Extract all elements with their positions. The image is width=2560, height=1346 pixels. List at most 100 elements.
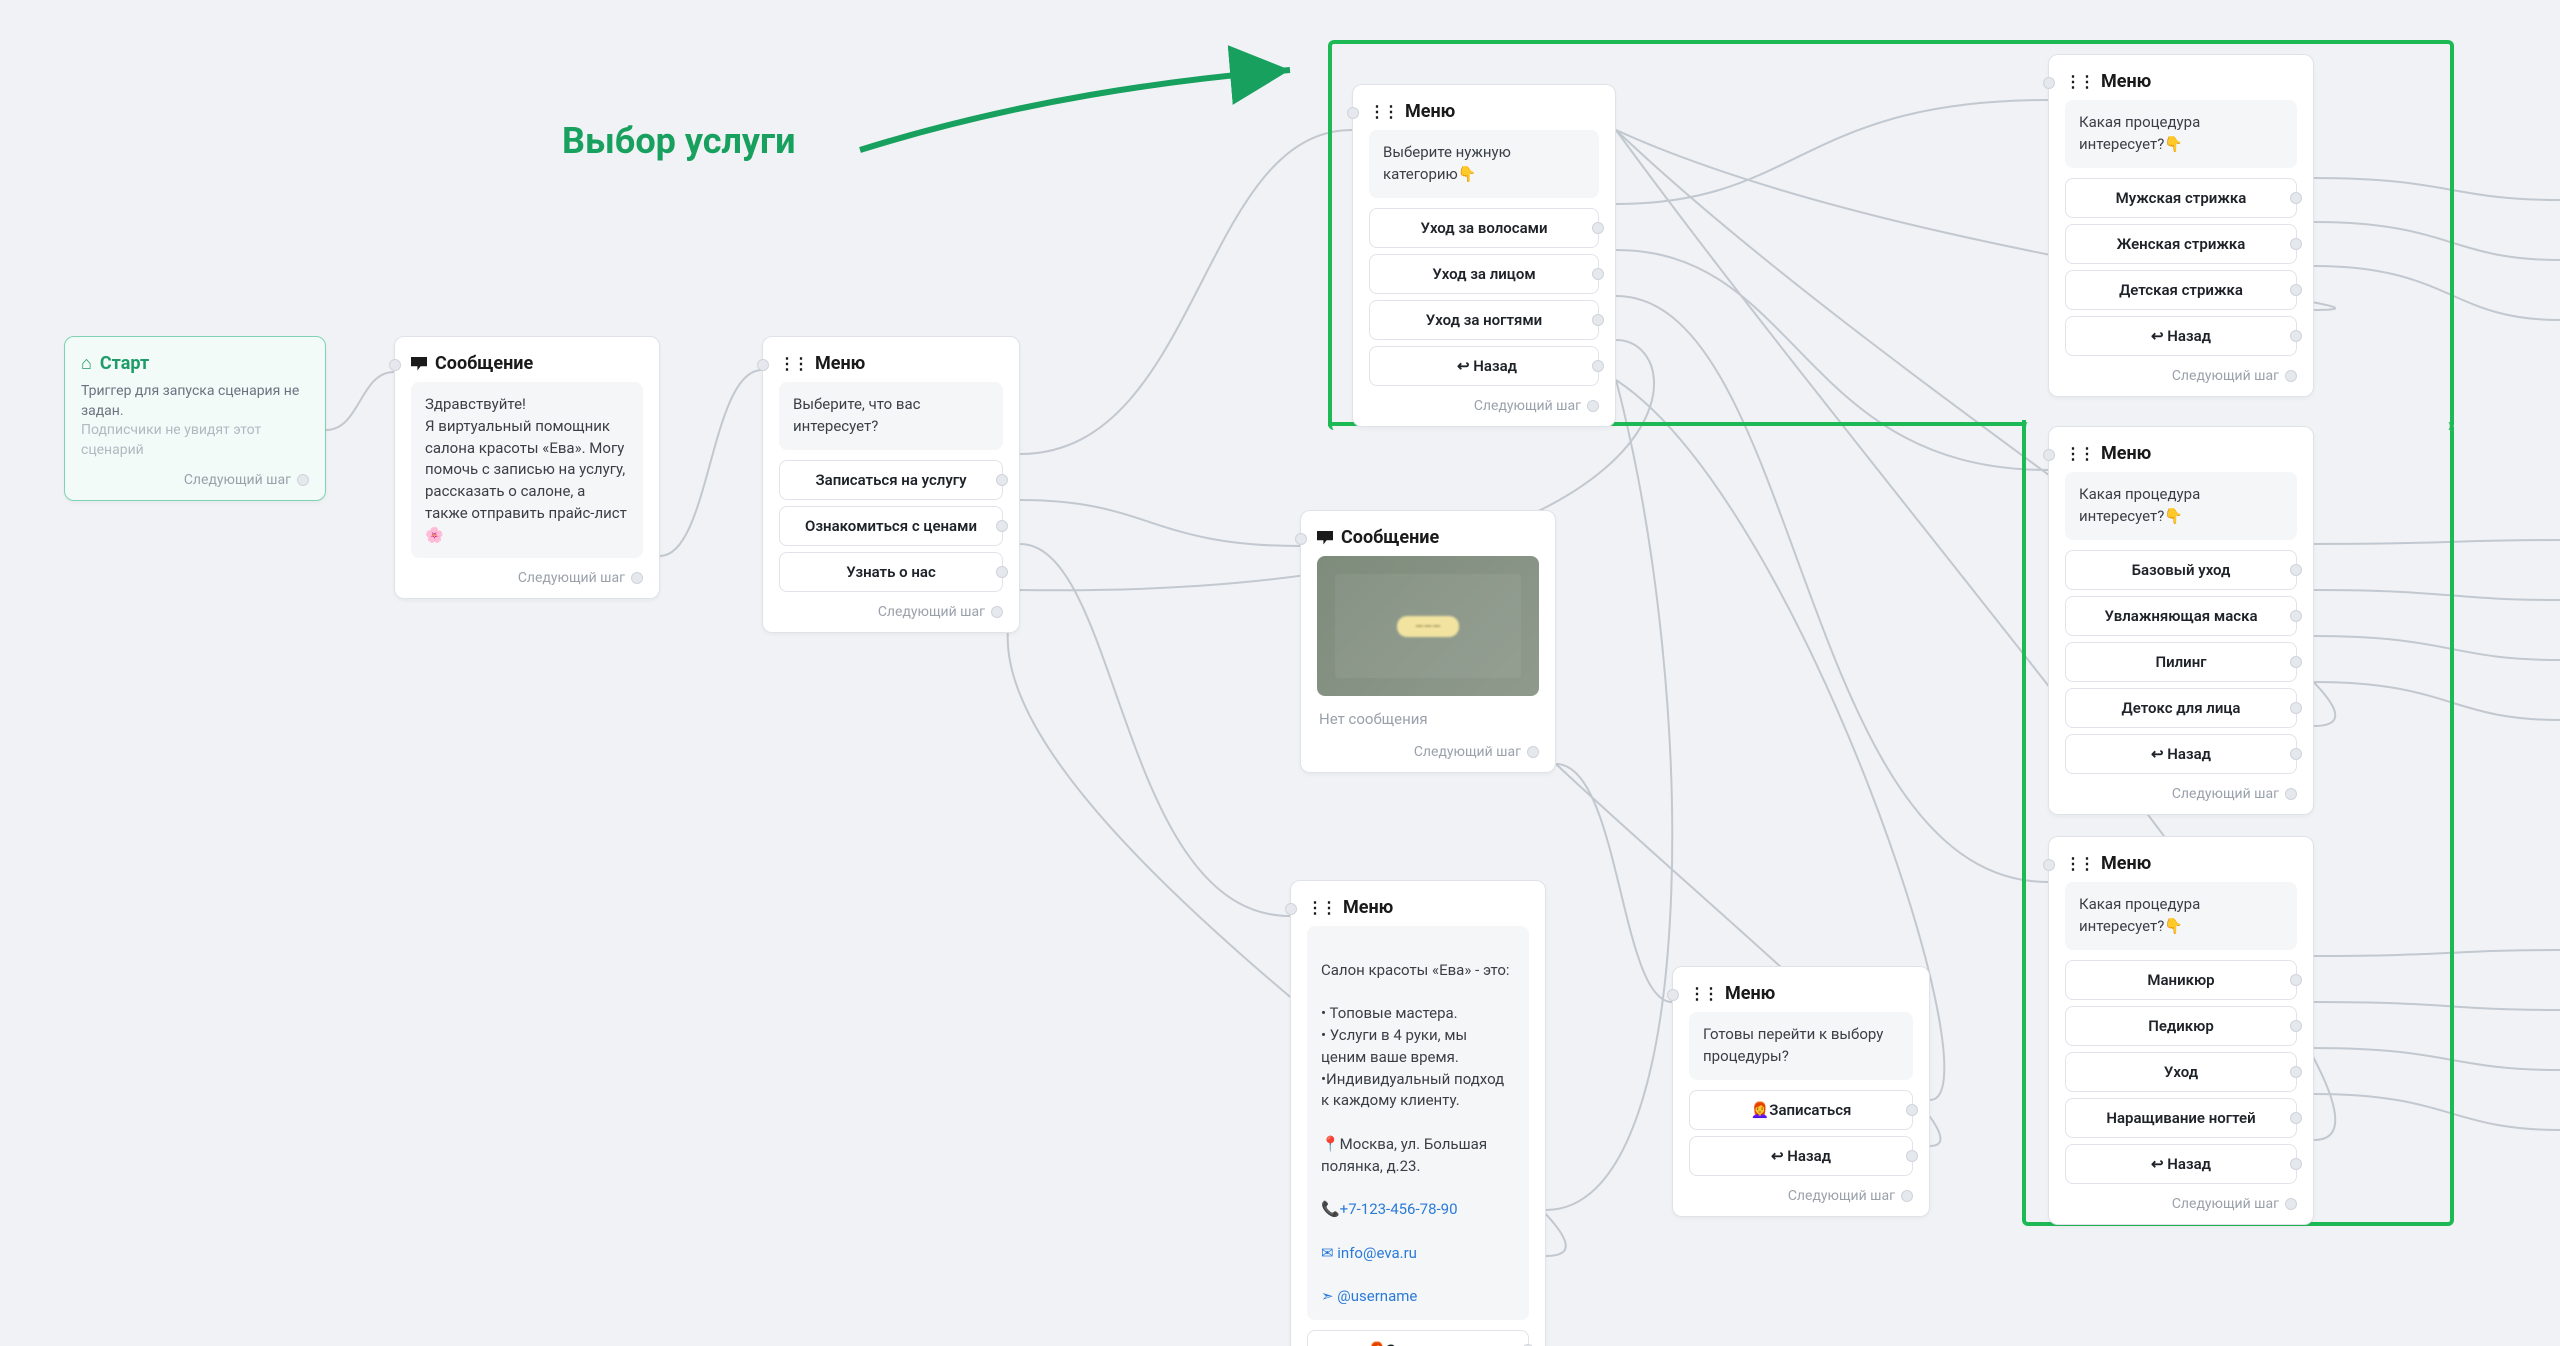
node-menuready-prompt: Готовы перейти к выбору процедуры?: [1689, 1012, 1913, 1080]
option-nail-extension[interactable]: Наращивание ногтей: [2065, 1098, 2297, 1138]
node-menu1-prompt: Выберите, что вас интересует?: [779, 382, 1003, 450]
option-hair-care[interactable]: Уход за волосами: [1369, 208, 1599, 248]
about-phone-link[interactable]: 📞+7-123-456-78-90: [1321, 1200, 1458, 1218]
grid-icon: [2065, 853, 2093, 874]
option-nail-care[interactable]: Уход: [2065, 1052, 2297, 1092]
node-menuready-next: Следующий шаг: [1788, 1188, 1895, 1204]
option-about-us[interactable]: Узнать о нас: [779, 552, 1003, 592]
grid-icon: [2065, 443, 2093, 464]
node-menuhair-prompt: Какая процедура интересует?👇: [2065, 100, 2297, 168]
outport-icon[interactable]: [2290, 1066, 2302, 1078]
node-message-image[interactable]: Сообщение ——— Нет сообщения Следующий ша…: [1300, 510, 1556, 773]
option-basic-care[interactable]: Базовый уход: [2065, 550, 2297, 590]
outport-icon[interactable]: [2290, 330, 2302, 342]
outport-icon[interactable]: [996, 474, 1008, 486]
node-menu-category[interactable]: Меню Выберите нужную категорию👇 Уход за …: [1352, 84, 1616, 427]
outport-icon[interactable]: [2290, 702, 2302, 714]
inport-icon[interactable]: [2043, 859, 2055, 871]
option-back[interactable]: ↩ Назад: [2065, 1144, 2297, 1184]
outport-icon[interactable]: [1901, 1190, 1913, 1202]
outport-icon[interactable]: [2290, 656, 2302, 668]
node-menu-ready[interactable]: Меню Готовы перейти к выбору процедуры? …: [1672, 966, 1930, 1217]
outport-icon[interactable]: [1906, 1150, 1918, 1162]
node-start[interactable]: Старт Триггер для запуска сценария не за…: [64, 336, 326, 501]
outport-icon[interactable]: [1527, 746, 1539, 758]
inport-icon[interactable]: [2043, 449, 2055, 461]
outport-icon[interactable]: [996, 520, 1008, 532]
outport-icon[interactable]: [1592, 222, 1604, 234]
option-book-service[interactable]: Записаться на услугу: [779, 460, 1003, 500]
inport-icon[interactable]: [757, 359, 769, 371]
inport-icon[interactable]: [1295, 533, 1307, 545]
node-menu-hair[interactable]: Меню Какая процедура интересует?👇 Мужска…: [2048, 54, 2314, 397]
node-menu-about[interactable]: Меню Салон красоты «Ева» - это: • Топовы…: [1290, 880, 1546, 1346]
node-menuhair-title: Меню: [2101, 71, 2151, 92]
option-book[interactable]: 👩‍🦰Записаться: [1689, 1090, 1913, 1130]
node-menu-main[interactable]: Меню Выберите, что вас интересует? Запис…: [762, 336, 1020, 633]
option-back[interactable]: ↩ Назад: [1689, 1136, 1913, 1176]
option-detox-face[interactable]: Детокс для лица: [2065, 688, 2297, 728]
option-back[interactable]: ↩ Назад: [2065, 734, 2297, 774]
option-back[interactable]: ↩ Назад: [1369, 346, 1599, 386]
inport-icon[interactable]: [389, 359, 401, 371]
option-back[interactable]: ↩ Назад: [2065, 316, 2297, 356]
option-kids-haircut[interactable]: Детская стрижка: [2065, 270, 2297, 310]
outport-icon[interactable]: [2290, 284, 2302, 296]
outport-icon[interactable]: [2285, 1198, 2297, 1210]
node-menucat-next: Следующий шаг: [1474, 398, 1581, 414]
node-menuface-prompt: Какая процедура интересует?👇: [2065, 472, 2297, 540]
outport-icon[interactable]: [2290, 238, 2302, 250]
outport-icon[interactable]: [991, 606, 1003, 618]
outport-icon[interactable]: [1587, 400, 1599, 412]
inport-icon[interactable]: [2043, 77, 2055, 89]
outport-icon[interactable]: [1592, 314, 1604, 326]
outport-icon[interactable]: [2285, 788, 2297, 800]
outport-icon[interactable]: [2290, 1158, 2302, 1170]
option-see-prices[interactable]: Ознакомиться с ценами: [779, 506, 1003, 546]
image-preview[interactable]: ———: [1317, 556, 1539, 696]
about-username-link[interactable]: ➣ @username: [1321, 1287, 1417, 1305]
node-msgimg-placeholder: Нет сообщения: [1317, 706, 1539, 732]
node-start-title: Старт: [100, 353, 149, 374]
outport-icon[interactable]: [1592, 268, 1604, 280]
inport-icon[interactable]: [1667, 989, 1679, 1001]
node-msgimg-title: Сообщение: [1341, 527, 1439, 548]
option-book[interactable]: 👩‍🦰Записаться: [1307, 1330, 1529, 1346]
outport-icon[interactable]: [631, 572, 643, 584]
option-manicure[interactable]: Маникюр: [2065, 960, 2297, 1000]
image-thumbnail-label: ———: [1397, 616, 1459, 637]
outport-icon[interactable]: [2290, 192, 2302, 204]
outport-icon[interactable]: [2290, 974, 2302, 986]
outport-icon[interactable]: [2290, 610, 2302, 622]
outport-icon[interactable]: [2290, 748, 2302, 760]
node-start-line2: Подписчики не увидят этот сценарий: [81, 421, 309, 460]
outport-icon[interactable]: [2290, 1020, 2302, 1032]
option-peeling[interactable]: Пилинг: [2065, 642, 2297, 682]
option-moisturizing-mask[interactable]: Увлажняющая маска: [2065, 596, 2297, 636]
node-msgimg-next: Следующий шаг: [1414, 744, 1521, 760]
node-menunails-title: Меню: [2101, 853, 2151, 874]
node-menuabout-title: Меню: [1343, 897, 1393, 918]
annotation-label: Выбор услуги: [562, 120, 796, 162]
about-email-link[interactable]: ✉ info@eva.ru: [1321, 1244, 1417, 1262]
outport-icon[interactable]: [2290, 1112, 2302, 1124]
outport-icon[interactable]: [297, 474, 309, 486]
node-start-line1: Триггер для запуска сценария не задан.: [81, 382, 309, 421]
node-message-greeting[interactable]: Сообщение Здравствуйте! Я виртуальный по…: [394, 336, 660, 599]
option-pedicure[interactable]: Педикюр: [2065, 1006, 2297, 1046]
option-nail-care[interactable]: Уход за ногтями: [1369, 300, 1599, 340]
outport-icon[interactable]: [2285, 370, 2297, 382]
outport-icon[interactable]: [996, 566, 1008, 578]
outport-icon[interactable]: [1906, 1104, 1918, 1116]
option-mens-haircut[interactable]: Мужская стрижка: [2065, 178, 2297, 218]
outport-icon[interactable]: [2290, 564, 2302, 576]
inport-icon[interactable]: [1347, 107, 1359, 119]
outport-icon[interactable]: [1592, 360, 1604, 372]
option-womens-haircut[interactable]: Женская стрижка: [2065, 224, 2297, 264]
option-face-care[interactable]: Уход за лицом: [1369, 254, 1599, 294]
node-menu-face[interactable]: Меню Какая процедура интересует?👇 Базовы…: [2048, 426, 2314, 815]
inport-icon[interactable]: [1285, 903, 1297, 915]
node-menu-nails[interactable]: Меню Какая процедура интересует?👇 Маникю…: [2048, 836, 2314, 1225]
node-menunails-next: Следующий шаг: [2172, 1196, 2279, 1212]
message-icon: [1317, 531, 1333, 545]
